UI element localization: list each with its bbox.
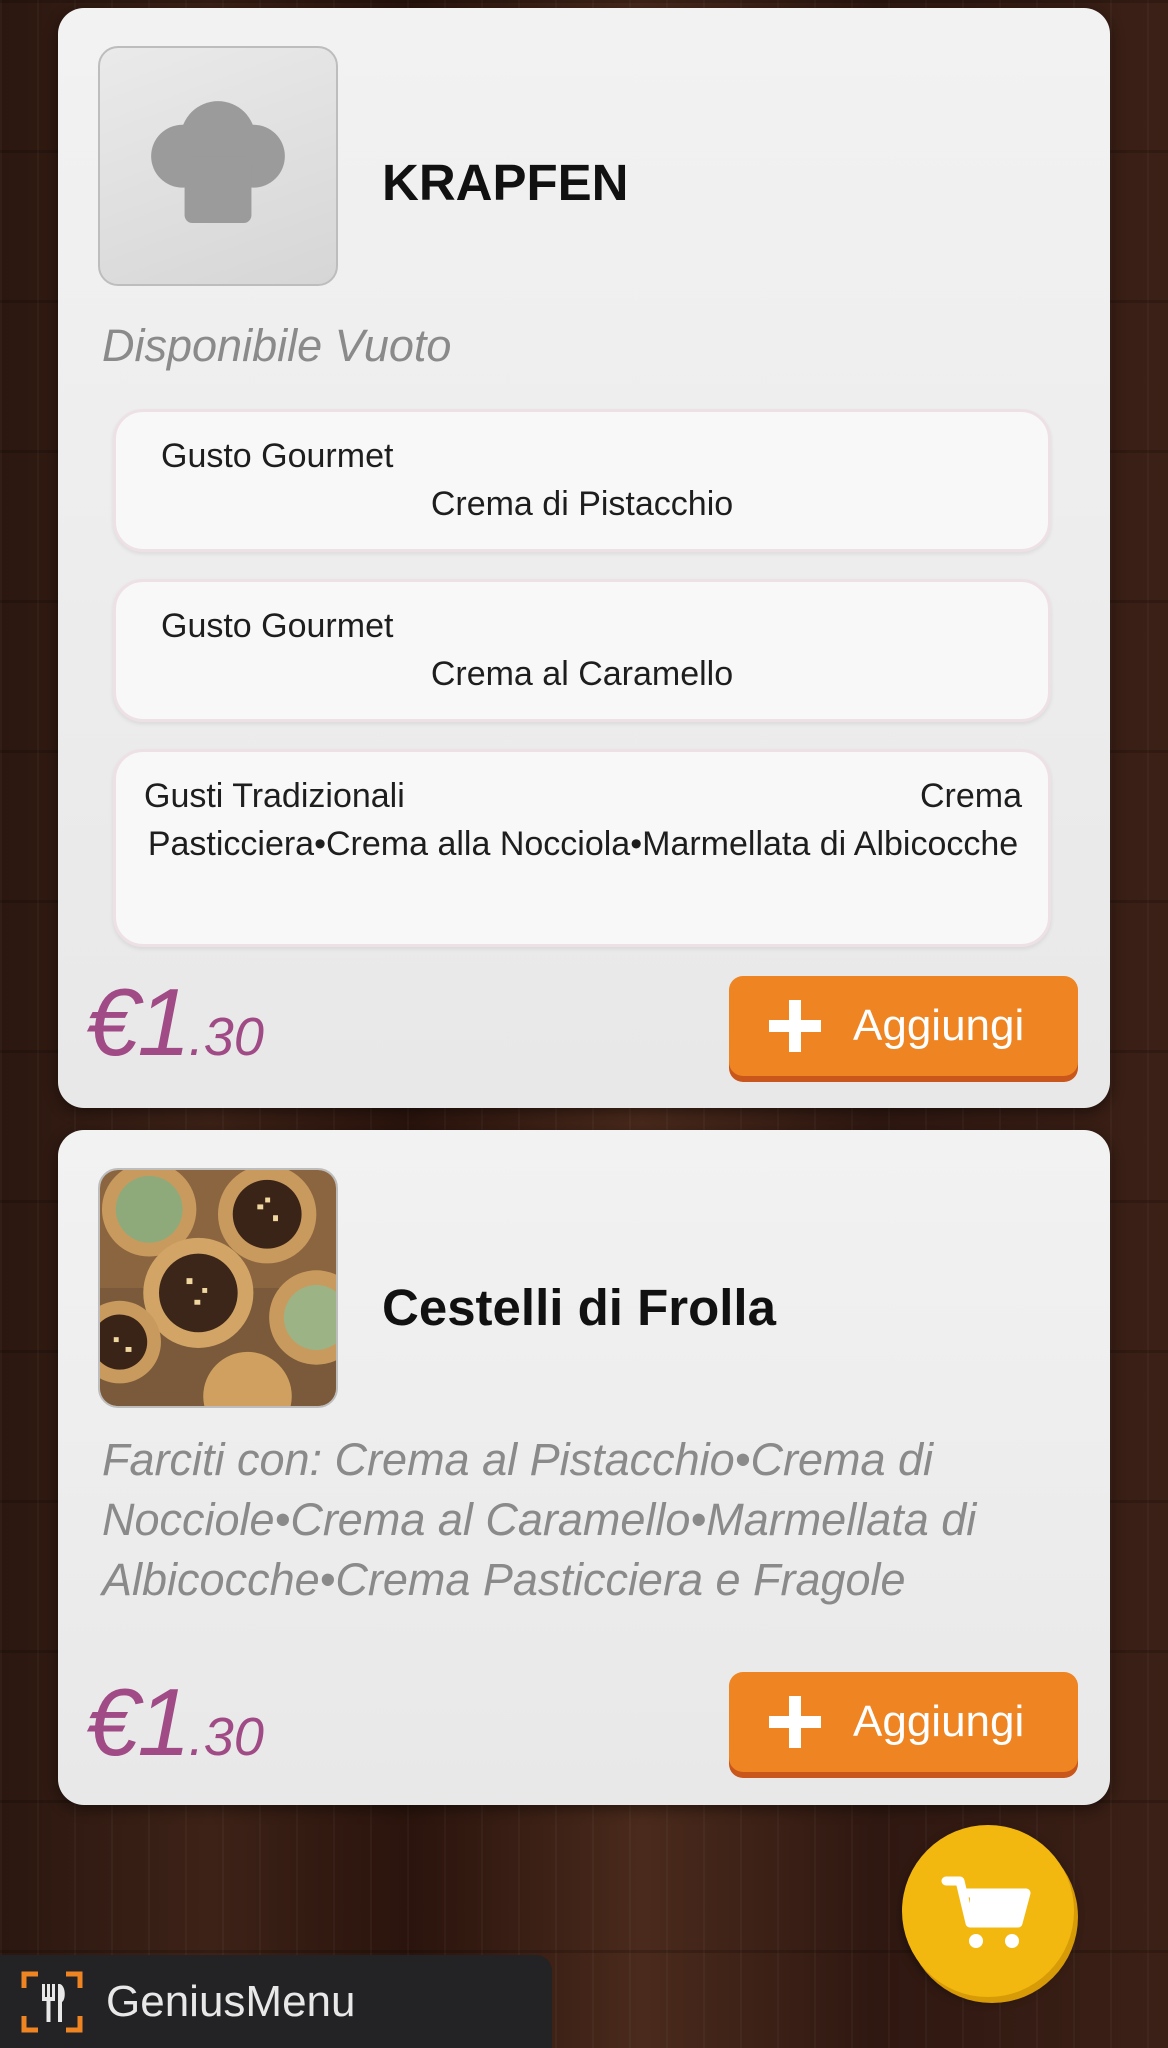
add-button-label: Aggiungi xyxy=(853,1697,1025,1746)
product-image-placeholder xyxy=(98,46,338,286)
add-to-cart-button[interactable]: Aggiungi xyxy=(729,976,1078,1076)
price-integer: €1 xyxy=(86,1669,191,1776)
product-price: €1.30 xyxy=(86,968,264,1078)
option-tradizionali[interactable]: Gusti Tradizionali Crema Pasticciera•Cre… xyxy=(113,749,1051,947)
add-to-cart-button[interactable]: Aggiungi xyxy=(729,1672,1078,1772)
plus-icon xyxy=(769,1696,821,1748)
option-label: Gusto Gourmet xyxy=(161,437,394,475)
option-value: Crema di Pistacchio xyxy=(430,485,734,523)
option-row: Gusti Tradizionali Crema xyxy=(144,772,1022,820)
chef-hat-icon xyxy=(151,101,285,224)
tart-photo xyxy=(100,1170,336,1406)
option-value-rest: Pasticciera•Crema alla Nocciola•Marmella… xyxy=(147,825,1019,863)
product-availability: Disponibile Vuoto xyxy=(102,320,452,371)
fork-knife-icon xyxy=(21,1971,83,2032)
option-value: Crema al Caramello xyxy=(430,655,734,693)
price-decimals: .30 xyxy=(188,1007,264,1067)
cart-button[interactable] xyxy=(902,1825,1074,1997)
price-decimals: .30 xyxy=(188,1707,264,1767)
product-title: KRAPFEN xyxy=(382,154,629,211)
option-gourmet-pistacchio[interactable]: Gusto Gourmet Crema di Pistacchio xyxy=(113,409,1051,552)
product-price: €1.30 xyxy=(86,1668,264,1778)
add-button-label: Aggiungi xyxy=(853,1001,1025,1050)
product-description: Farciti con: Crema al Pistacchio•Crema d… xyxy=(102,1434,977,1605)
shopping-cart-icon xyxy=(941,1876,1031,1948)
option-gourmet-caramello[interactable]: Gusto Gourmet Crema al Caramello xyxy=(113,579,1051,722)
product-card-cestelli: Cestelli di Frolla Farciti con: Crema al… xyxy=(58,1130,1110,1805)
brand-name: GeniusMenu xyxy=(106,1976,356,2026)
product-image[interactable] xyxy=(98,1168,338,1408)
option-value-first: Crema xyxy=(919,777,1022,815)
option-label: Gusti Tradizionali xyxy=(144,777,405,815)
brand-bar: GeniusMenu xyxy=(0,1955,552,2048)
option-label: Gusto Gourmet xyxy=(161,607,394,645)
product-card-krapfen: KRAPFEN Disponibile Vuoto Gusto Gourmet … xyxy=(58,8,1110,1108)
product-title: Cestelli di Frolla xyxy=(382,1279,776,1336)
plus-icon xyxy=(769,1000,821,1052)
price-integer: €1 xyxy=(86,969,191,1076)
